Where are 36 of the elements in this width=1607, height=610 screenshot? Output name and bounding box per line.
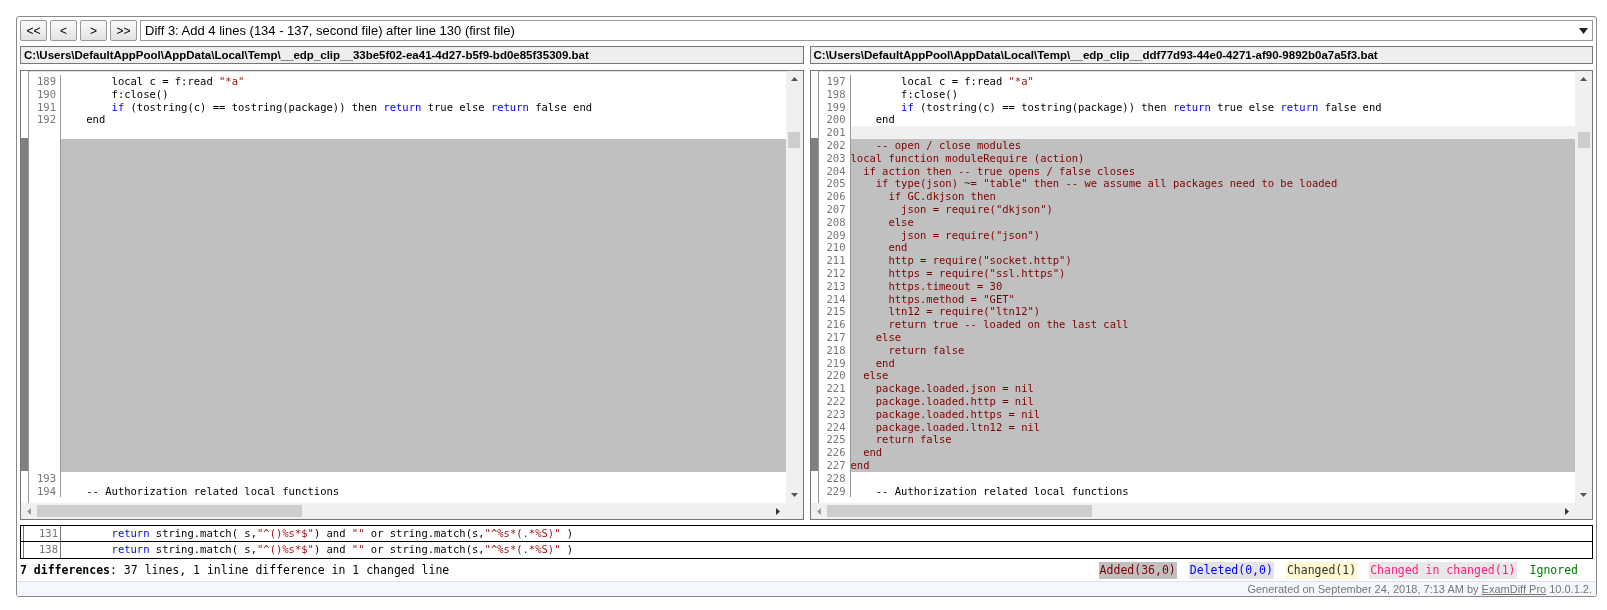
- scroll-right-icon[interactable]: [775, 507, 780, 515]
- scroll-down-icon[interactable]: [790, 493, 798, 497]
- nav-button[interactable]: >>: [110, 20, 137, 41]
- horizontal-scrollbar[interactable]: [21, 503, 803, 519]
- scrollbar-thumb[interactable]: [37, 505, 302, 517]
- vertical-scrollbar[interactable]: [1575, 71, 1592, 503]
- scroll-right-icon[interactable]: [1565, 507, 1569, 515]
- diff-dropdown[interactable]: Diff 3: Add 4 lines (134 - 137, second file) after line 130 (first file): [140, 20, 1593, 41]
- dropdown-caret-icon: [1579, 27, 1588, 34]
- file-path-header: C:\Users\DefaultAppPool\AppData\Local\Temp\__edp_clip__ddf77d93-44e0-4271-af90-9892b0a7a5f3.bat: [809, 46, 1593, 64]
- line-number: 138: [23, 542, 61, 558]
- legend-item: Deleted(0,0): [1188, 561, 1274, 580]
- legend-item: Changed(1): [1285, 561, 1358, 580]
- legend-item: Added(36,0): [1098, 561, 1177, 580]
- scrollbar-thumb[interactable]: [788, 132, 800, 148]
- nav-button[interactable]: <: [50, 20, 77, 41]
- scroll-up-icon[interactable]: [1580, 77, 1587, 81]
- nav-button[interactable]: >: [80, 20, 107, 41]
- examdiff-link[interactable]: ExamDiff Pro: [1481, 580, 1547, 596]
- scroll-left-icon[interactable]: [27, 507, 31, 515]
- footer-text: Generated on September 24, 2018, 7:13 AM by: [1247, 581, 1479, 596]
- nav-button[interactable]: <<: [20, 20, 47, 41]
- scrollbar-thumb[interactable]: [1577, 132, 1590, 148]
- scroll-up-icon[interactable]: [790, 77, 798, 81]
- scrollbar-thumb[interactable]: [826, 505, 1092, 517]
- legend-item: Ignored: [1528, 561, 1579, 579]
- horizontal-scrollbar[interactable]: [810, 503, 1592, 519]
- scroll-down-icon[interactable]: [1580, 493, 1587, 497]
- diff-summary: 7 differences: 37 lines, 1 inline difference in 1 changed line: [20, 561, 450, 579]
- legend-item: Changed in changed(1): [1369, 561, 1517, 580]
- code-line: return string.match( s,"^()%s*$") and "" or string.match(s,"^%s*(.*%S)" ): [110, 525, 574, 541]
- file-path-header: C:\Users\DefaultAppPool\AppData\Local\Temp\__edp_clip__33be5f02-ea41-4d27-b5f9-bd0e85f35309.bat: [20, 46, 804, 64]
- line-number: 131: [23, 525, 61, 542]
- version-text: 10.0.1.2.: [1549, 581, 1592, 596]
- scroll-left-icon[interactable]: [816, 507, 821, 515]
- code-line: return string.match( s,"^()%s*$") and "" or string.match(s,"^%s*(.*%S)" ): [110, 542, 574, 558]
